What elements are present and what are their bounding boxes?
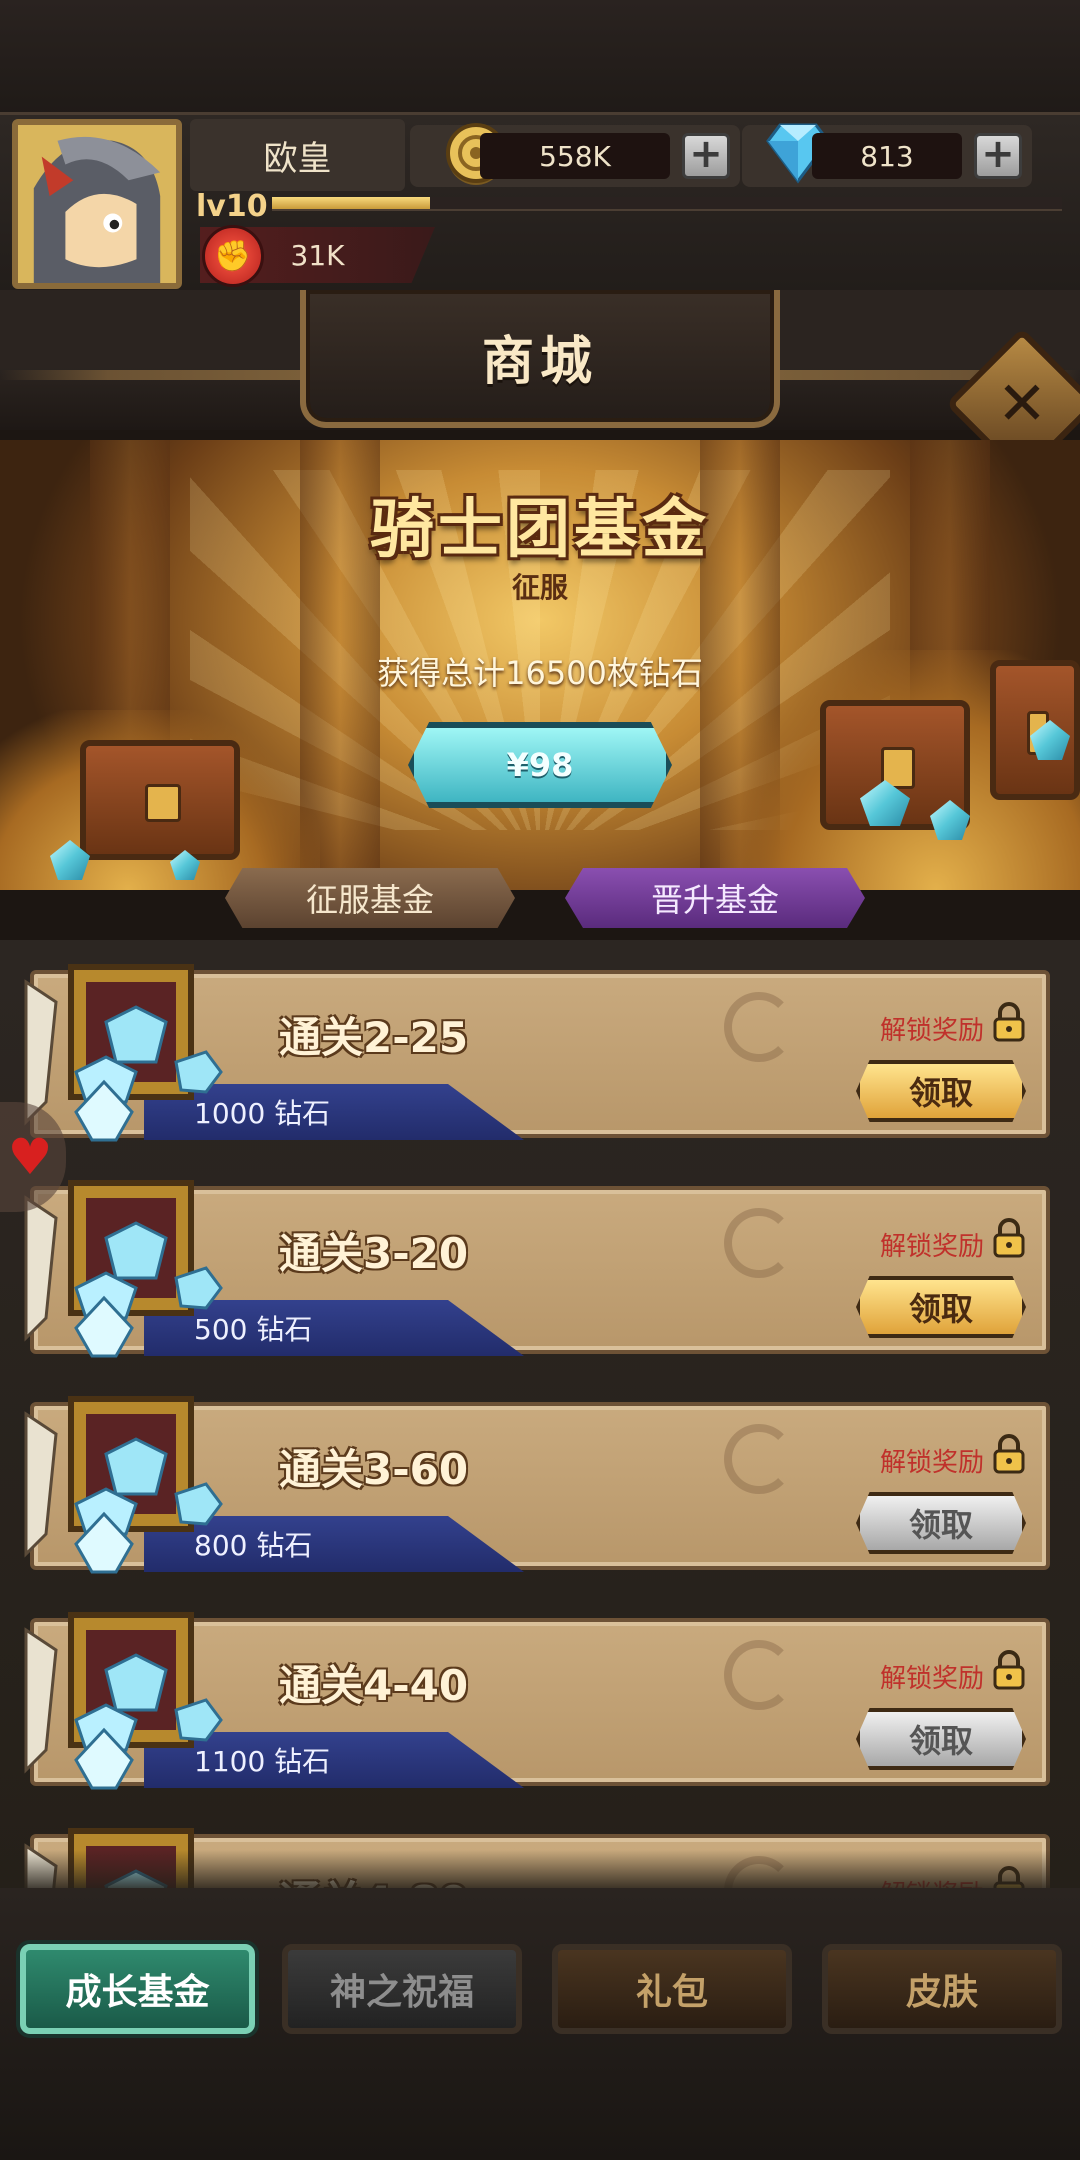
player-level: lv10 (196, 189, 268, 224)
reward-stage: 通关3-20 (279, 1229, 469, 1278)
reward-stage: 通关3-60 (279, 1445, 469, 1494)
unlock-reward-label: 解锁奖励 (879, 1016, 984, 1046)
tab-divine-blessing[interactable]: 神之祝福 (282, 1944, 522, 2034)
fund-banner: 骑士团基金 征服 获得总计16500枚钻石 ¥98 (0, 440, 1080, 890)
lock-icon (993, 1650, 1025, 1690)
fund-description: 获得总计16500枚钻石 (377, 654, 703, 692)
swirl-decoration (724, 992, 794, 1062)
avatar[interactable] (12, 119, 182, 289)
page-title: 商城 (481, 331, 598, 392)
xp-bar-fill (272, 197, 430, 209)
lock-icon (993, 1002, 1025, 1042)
tab-skins[interactable]: 皮肤 (822, 1944, 1062, 2034)
fund-subtitle: 征服 (511, 571, 568, 604)
unlock-reward-label: 解锁奖励 (879, 1448, 984, 1478)
gold-value: 558K (480, 133, 670, 179)
gold-counter: 558K + (410, 123, 740, 187)
player-panel: 欧皇 558K + 813 + lv10 31K ✊ (0, 112, 1080, 292)
treasure-chest-icon (80, 740, 240, 860)
add-gems-button[interactable]: + (974, 133, 1022, 179)
unlock-reward-label: 解锁奖励 (879, 1664, 984, 1694)
swirl-decoration (724, 1424, 794, 1494)
player-name: 欧皇 (190, 119, 405, 191)
diamond-chest-icon (24, 1396, 223, 1574)
diamond-chest-icon (24, 1180, 223, 1358)
bottom-tab-bar: 成长基金 神之祝福 礼包 皮肤 (0, 1888, 1080, 2160)
tab-conquer-fund[interactable]: 征服基金 (225, 868, 515, 928)
claim-button[interactable]: 领取 (856, 1276, 1026, 1338)
fund-subtabs: 征服基金 晋升基金 (0, 860, 1080, 940)
reward-card: 500 钻石 通关3-20 解锁奖励 领取 (24, 1180, 1050, 1358)
shop-title-plate: 商城 (0, 290, 1080, 430)
tab-growth-fund[interactable]: 成长基金 (20, 1944, 255, 2034)
claim-button[interactable]: 领取 (856, 1060, 1026, 1122)
fist-icon: ✊ (202, 225, 264, 287)
diamond-chest-icon (24, 1612, 223, 1790)
swirl-decoration (724, 1640, 794, 1710)
lock-icon (993, 1218, 1025, 1258)
reward-card: 800 钻石 通关3-60 解锁奖励 领取 (24, 1396, 1050, 1574)
gem-value: 813 (812, 133, 962, 179)
buy-fund-button[interactable]: ¥98 (408, 722, 672, 808)
unlock-reward-label: 解锁奖励 (879, 1232, 984, 1262)
reward-stage: 通关2-25 (279, 1013, 469, 1062)
claim-button[interactable]: 领取 (856, 1708, 1026, 1770)
status-bar-area (0, 0, 1080, 115)
gem-counter: 813 + (742, 123, 1032, 187)
claim-button[interactable]: 领取 (856, 1492, 1026, 1554)
tab-promotion-fund[interactable]: 晋升基金 (565, 868, 865, 928)
reward-list[interactable]: 1000 钻石 通关2-25 解锁奖励 领取 500 钻石 通关3-20 解锁奖励 领取 800… (0, 940, 1080, 1890)
close-icon: ✕ (996, 369, 1048, 439)
reward-card: 1100 钻石 通关4-40 解锁奖励 领取 (24, 1612, 1050, 1790)
tab-gift-pack[interactable]: 礼包 (552, 1944, 792, 2034)
reward-stage: 通关4-40 (279, 1661, 469, 1710)
lock-icon (993, 1434, 1025, 1474)
reward-card: 1000 钻石 通关2-25 解锁奖励 领取 (24, 964, 1050, 1142)
fund-title: 骑士团基金 (370, 493, 710, 567)
swirl-decoration (724, 1208, 794, 1278)
xp-bar (272, 197, 1062, 211)
add-gold-button[interactable]: + (682, 133, 730, 179)
